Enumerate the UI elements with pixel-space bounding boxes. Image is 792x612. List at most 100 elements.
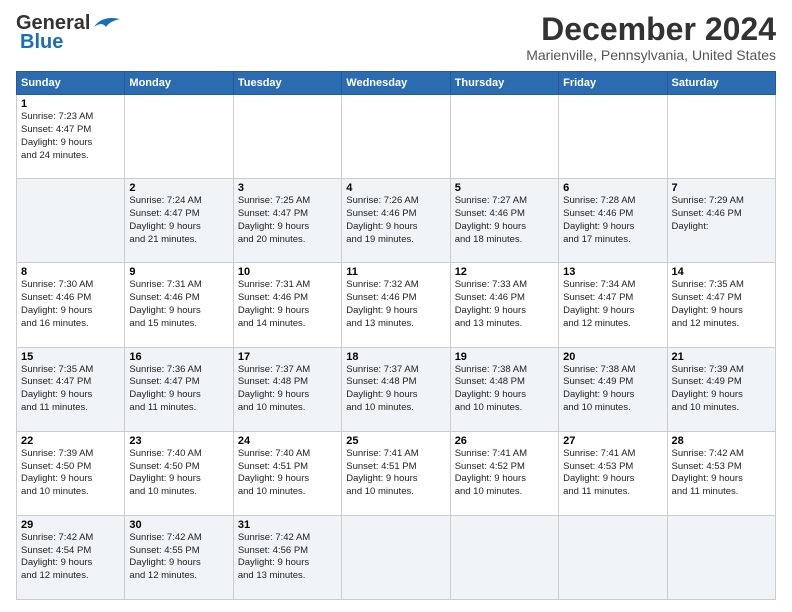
cal-cell [450,95,558,179]
col-header-sunday: Sunday [17,72,125,95]
day-number: 3 [238,182,337,194]
cal-cell: 11Sunrise: 7:32 AMSunset: 4:46 PMDayligh… [342,263,450,347]
cal-cell: 27Sunrise: 7:41 AMSunset: 4:53 PMDayligh… [559,431,667,515]
col-header-thursday: Thursday [450,72,558,95]
day-info: Sunrise: 7:38 AMSunset: 4:48 PMDaylight:… [455,364,554,415]
page: General Blue December 2024 Marienville, … [0,0,792,612]
day-info: Sunrise: 7:41 AMSunset: 4:53 PMDaylight:… [563,448,662,499]
day-number: 13 [563,266,662,278]
cal-cell: 9Sunrise: 7:31 AMSunset: 4:46 PMDaylight… [125,263,233,347]
cal-cell [342,515,450,599]
day-number: 16 [129,351,228,363]
month-title: December 2024 [526,12,776,47]
col-header-friday: Friday [559,72,667,95]
day-number: 30 [129,519,228,531]
col-header-tuesday: Tuesday [233,72,341,95]
cal-cell [450,515,558,599]
cal-cell [667,95,775,179]
day-info: Sunrise: 7:30 AMSunset: 4:46 PMDaylight:… [21,279,120,330]
logo: General Blue [16,12,122,54]
cal-cell: 7Sunrise: 7:29 AMSunset: 4:46 PMDaylight… [667,179,775,263]
col-header-monday: Monday [125,72,233,95]
cal-cell [17,179,125,263]
day-number: 4 [346,182,445,194]
cal-cell: 25Sunrise: 7:41 AMSunset: 4:51 PMDayligh… [342,431,450,515]
cal-cell: 2Sunrise: 7:24 AMSunset: 4:47 PMDaylight… [125,179,233,263]
day-number: 5 [455,182,554,194]
day-number: 21 [672,351,771,363]
day-info: Sunrise: 7:42 AMSunset: 4:56 PMDaylight:… [238,532,337,583]
day-info: Sunrise: 7:26 AMSunset: 4:46 PMDaylight:… [346,195,445,246]
cal-cell: 10Sunrise: 7:31 AMSunset: 4:46 PMDayligh… [233,263,341,347]
day-info: Sunrise: 7:31 AMSunset: 4:46 PMDaylight:… [129,279,228,330]
day-number: 28 [672,435,771,447]
header: General Blue December 2024 Marienville, … [16,12,776,63]
day-number: 9 [129,266,228,278]
location: Marienville, Pennsylvania, United States [526,47,776,63]
day-info: Sunrise: 7:34 AMSunset: 4:47 PMDaylight:… [563,279,662,330]
day-info: Sunrise: 7:39 AMSunset: 4:49 PMDaylight:… [672,364,771,415]
cal-cell: 29Sunrise: 7:42 AMSunset: 4:54 PMDayligh… [17,515,125,599]
day-info: Sunrise: 7:39 AMSunset: 4:50 PMDaylight:… [21,448,120,499]
day-info: Sunrise: 7:37 AMSunset: 4:48 PMDaylight:… [238,364,337,415]
day-number: 15 [21,351,120,363]
day-info: Sunrise: 7:33 AMSunset: 4:46 PMDaylight:… [455,279,554,330]
day-number: 14 [672,266,771,278]
day-info: Sunrise: 7:25 AMSunset: 4:47 PMDaylight:… [238,195,337,246]
cal-cell: 6Sunrise: 7:28 AMSunset: 4:46 PMDaylight… [559,179,667,263]
week-row-5: 29Sunrise: 7:42 AMSunset: 4:54 PMDayligh… [17,515,776,599]
day-number: 24 [238,435,337,447]
cal-cell: 8Sunrise: 7:30 AMSunset: 4:46 PMDaylight… [17,263,125,347]
cal-cell: 20Sunrise: 7:38 AMSunset: 4:49 PMDayligh… [559,347,667,431]
week-row-1: 2Sunrise: 7:24 AMSunset: 4:47 PMDaylight… [17,179,776,263]
day-info: Sunrise: 7:23 AMSunset: 4:47 PMDaylight:… [21,111,120,162]
cal-cell [342,95,450,179]
day-info: Sunrise: 7:38 AMSunset: 4:49 PMDaylight:… [563,364,662,415]
cal-cell: 13Sunrise: 7:34 AMSunset: 4:47 PMDayligh… [559,263,667,347]
col-header-saturday: Saturday [667,72,775,95]
day-number: 23 [129,435,228,447]
cal-cell: 15Sunrise: 7:35 AMSunset: 4:47 PMDayligh… [17,347,125,431]
day-info: Sunrise: 7:31 AMSunset: 4:46 PMDaylight:… [238,279,337,330]
cal-cell: 17Sunrise: 7:37 AMSunset: 4:48 PMDayligh… [233,347,341,431]
day-number: 19 [455,351,554,363]
cal-cell: 21Sunrise: 7:39 AMSunset: 4:49 PMDayligh… [667,347,775,431]
day-info: Sunrise: 7:32 AMSunset: 4:46 PMDaylight:… [346,279,445,330]
day-number: 31 [238,519,337,531]
col-header-wednesday: Wednesday [342,72,450,95]
day-number: 11 [346,266,445,278]
day-info: Sunrise: 7:42 AMSunset: 4:54 PMDaylight:… [21,532,120,583]
cal-cell: 23Sunrise: 7:40 AMSunset: 4:50 PMDayligh… [125,431,233,515]
cal-cell [559,515,667,599]
day-info: Sunrise: 7:40 AMSunset: 4:50 PMDaylight:… [129,448,228,499]
cal-cell: 22Sunrise: 7:39 AMSunset: 4:50 PMDayligh… [17,431,125,515]
cal-cell: 3Sunrise: 7:25 AMSunset: 4:47 PMDaylight… [233,179,341,263]
cal-cell: 26Sunrise: 7:41 AMSunset: 4:52 PMDayligh… [450,431,558,515]
cal-cell: 5Sunrise: 7:27 AMSunset: 4:46 PMDaylight… [450,179,558,263]
day-info: Sunrise: 7:41 AMSunset: 4:51 PMDaylight:… [346,448,445,499]
cal-cell: 12Sunrise: 7:33 AMSunset: 4:46 PMDayligh… [450,263,558,347]
day-info: Sunrise: 7:29 AMSunset: 4:46 PMDaylight: [672,195,771,233]
cal-cell [559,95,667,179]
day-info: Sunrise: 7:42 AMSunset: 4:53 PMDaylight:… [672,448,771,499]
day-info: Sunrise: 7:42 AMSunset: 4:55 PMDaylight:… [129,532,228,583]
cal-cell: 30Sunrise: 7:42 AMSunset: 4:55 PMDayligh… [125,515,233,599]
day-number: 2 [129,182,228,194]
day-info: Sunrise: 7:36 AMSunset: 4:47 PMDaylight:… [129,364,228,415]
cal-cell: 16Sunrise: 7:36 AMSunset: 4:47 PMDayligh… [125,347,233,431]
cal-cell: 14Sunrise: 7:35 AMSunset: 4:47 PMDayligh… [667,263,775,347]
day-number: 8 [21,266,120,278]
cal-cell: 24Sunrise: 7:40 AMSunset: 4:51 PMDayligh… [233,431,341,515]
cal-cell: 28Sunrise: 7:42 AMSunset: 4:53 PMDayligh… [667,431,775,515]
logo-bird-icon [92,13,122,31]
day-info: Sunrise: 7:40 AMSunset: 4:51 PMDaylight:… [238,448,337,499]
week-row-3: 15Sunrise: 7:35 AMSunset: 4:47 PMDayligh… [17,347,776,431]
logo-blue: Blue [20,31,63,54]
day-number: 22 [21,435,120,447]
day-info: Sunrise: 7:37 AMSunset: 4:48 PMDaylight:… [346,364,445,415]
day-number: 6 [563,182,662,194]
title-block: December 2024 Marienville, Pennsylvania,… [526,12,776,63]
cal-cell [125,95,233,179]
cal-cell: 4Sunrise: 7:26 AMSunset: 4:46 PMDaylight… [342,179,450,263]
week-row-2: 8Sunrise: 7:30 AMSunset: 4:46 PMDaylight… [17,263,776,347]
